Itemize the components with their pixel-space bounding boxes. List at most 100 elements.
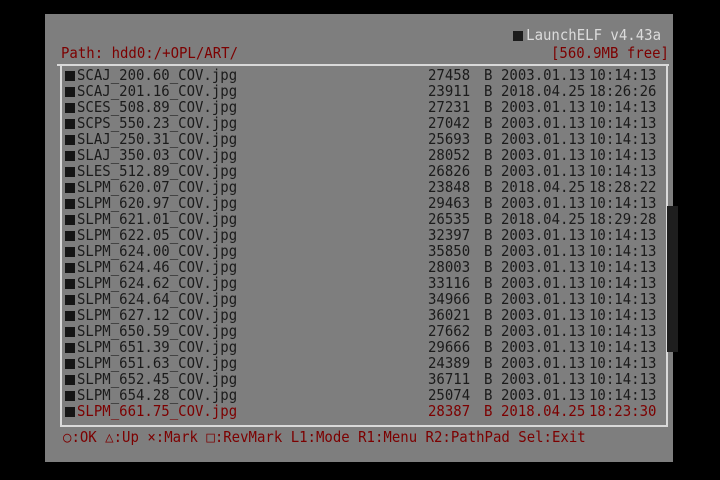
file-date: 2003.01.13: [501, 275, 586, 293]
file-row[interactable]: SLPM_622.05_COV.jpg 32397 B 2003.01.13 10:14…: [62, 227, 656, 245]
file-date: 2018.04.25: [501, 403, 586, 421]
file-name: SLAJ_250.31_COV.jpg: [77, 131, 238, 149]
file-date: 2003.01.13: [501, 355, 586, 373]
file-time: 10:14:13: [589, 115, 657, 133]
file-row[interactable]: SLPM_651.63_COV.jpg 24389 B 2003.01.13 10:14…: [62, 355, 656, 373]
path-label: Path: hdd0:/+OPL/ART/: [61, 45, 239, 63]
file-row[interactable]: SLPM_651.39_COV.jpg 29666 B 2003.01.13 10:14…: [62, 339, 656, 357]
file-icon: [65, 231, 75, 241]
file-row[interactable]: SLPM_620.97_COV.jpg 29463 B 2003.01.13 10:14…: [62, 195, 656, 213]
file-row[interactable]: SCPS_550.23_COV.jpg 27042 B 2003.01.13 10:14…: [62, 115, 656, 133]
file-row[interactable]: SCAJ_201.16_COV.jpg 23911 B 2018.04.25 18:26…: [62, 83, 656, 101]
file-date: 2003.01.13: [501, 323, 586, 341]
file-time: 10:14:13: [589, 387, 657, 405]
square-button-icon: □: [206, 429, 215, 447]
file-icon: [65, 135, 75, 145]
scrollbar[interactable]: [667, 206, 678, 352]
help-mark: :Mark: [155, 429, 198, 447]
file-unit: B: [484, 83, 493, 101]
file-date: 2003.01.13: [501, 147, 586, 165]
file-time: 10:14:13: [589, 195, 657, 213]
file-size: 26535: [428, 211, 471, 229]
file-unit: B: [484, 371, 493, 389]
file-icon: [65, 87, 75, 97]
file-row[interactable]: SLPM_654.28_COV.jpg 25074 B 2003.01.13 10:14…: [62, 387, 656, 405]
file-name: SLPM_627.12_COV.jpg: [77, 307, 238, 325]
file-name: SLPM_654.28_COV.jpg: [77, 387, 238, 405]
file-time: 10:14:13: [589, 243, 657, 261]
file-name: SLPM_622.05_COV.jpg: [77, 227, 238, 245]
file-size: 23848: [428, 179, 471, 197]
file-date: 2003.01.13: [501, 243, 586, 261]
file-icon: [65, 359, 75, 369]
file-unit: B: [484, 339, 493, 357]
file-time: 10:14:13: [589, 131, 657, 149]
file-icon: [65, 311, 75, 321]
file-size: 27662: [428, 323, 471, 341]
file-time: 10:14:13: [589, 291, 657, 309]
file-row[interactable]: SCES_508.89_COV.jpg 27231 B 2003.01.13 10:14…: [62, 100, 656, 116]
file-row[interactable]: SLPM_652.45_COV.jpg 36711 B 2003.01.13 10:14…: [62, 371, 656, 389]
file-size: 23911: [428, 83, 471, 101]
file-unit: B: [484, 291, 493, 309]
file-row[interactable]: SLPM_624.46_COV.jpg 28003 B 2003.01.13 10:14…: [62, 259, 656, 277]
file-row[interactable]: SLPM_620.07_COV.jpg 23848 B 2018.04.25 18:28…: [62, 179, 656, 197]
file-date: 2003.01.13: [501, 195, 586, 213]
file-size: 27458: [428, 67, 471, 85]
file-unit: B: [484, 275, 493, 293]
app-title: LaunchELF v4.43a: [526, 27, 661, 45]
file-time: 10:14:13: [589, 67, 657, 85]
file-name: SLPM_652.45_COV.jpg: [77, 371, 238, 389]
file-row[interactable]: SLPM_650.59_COV.jpg 27662 B 2003.01.13 10:14…: [62, 323, 656, 341]
file-unit: B: [484, 403, 493, 421]
file-unit: B: [484, 179, 493, 197]
file-icon: [65, 71, 75, 81]
help-ok: :OK: [71, 429, 97, 447]
file-unit: B: [484, 211, 493, 229]
file-time: 10:14:13: [589, 275, 657, 293]
file-unit: B: [484, 115, 493, 133]
file-time: 10:14:13: [589, 259, 657, 277]
file-size: 32397: [428, 227, 471, 245]
file-time: 10:14:13: [589, 371, 657, 389]
file-icon: [65, 279, 75, 289]
file-name: SLPM_621.01_COV.jpg: [77, 211, 238, 229]
file-row[interactable]: SLES_512.89_COV.jpg 26826 B 2003.01.13 10:14…: [62, 164, 656, 180]
file-name: SLPM_650.59_COV.jpg: [77, 323, 238, 341]
file-size: 24389: [428, 355, 471, 373]
file-date: 2003.01.13: [501, 371, 586, 389]
file-row[interactable]: SCAJ_200.60_COV.jpg 27458 B 2003.01.13 10:14…: [62, 67, 656, 85]
file-date: 2003.01.13: [501, 339, 586, 357]
file-time: 18:23:30: [589, 403, 657, 421]
file-date: 2003.01.13: [501, 227, 586, 245]
file-row[interactable]: SLPM_621.01_COV.jpg 26535 B 2018.04.25 18:29…: [62, 211, 656, 229]
file-size: 27042: [428, 115, 471, 133]
file-unit: B: [484, 307, 493, 325]
file-size: 25074: [428, 387, 471, 405]
file-size: 28052: [428, 147, 471, 165]
file-date: 2003.01.13: [501, 291, 586, 309]
file-row[interactable]: SLPM_624.64_COV.jpg 34966 B 2003.01.13 10:14…: [62, 291, 656, 309]
file-row[interactable]: SLPM_624.00_COV.jpg 35850 B 2003.01.13 10:14…: [62, 243, 656, 261]
file-row[interactable]: SLPM_627.12_COV.jpg 36021 B 2003.01.13 10:14…: [62, 307, 656, 325]
file-name: SLPM_620.97_COV.jpg: [77, 195, 238, 213]
file-unit: B: [484, 355, 493, 373]
file-row-selected[interactable]: SLPM_661.75_COV.jpg 28387 B 2018.04.25 18:23…: [62, 403, 656, 421]
file-unit: B: [484, 195, 493, 213]
file-size: 36021: [428, 307, 471, 325]
help-rest: L1:Mode R1:Menu R2:PathPad Sel:Exit: [290, 429, 586, 447]
file-row[interactable]: SLAJ_250.31_COV.jpg 25693 B 2003.01.13 10:14…: [62, 131, 656, 149]
file-date: 2003.01.13: [501, 131, 586, 149]
help-up: :Up: [113, 429, 139, 447]
file-size: 29463: [428, 195, 471, 213]
file-icon: [65, 199, 75, 209]
file-row[interactable]: SLAJ_350.03_COV.jpg 28052 B 2003.01.13 10:14…: [62, 147, 656, 165]
file-time: 10:14:13: [589, 307, 657, 325]
file-time: 18:29:28: [589, 211, 657, 229]
file-row[interactable]: SLPM_624.62_COV.jpg 33116 B 2003.01.13 10:14…: [62, 275, 656, 293]
file-date: 2003.01.13: [501, 259, 586, 277]
file-icon: [65, 295, 75, 305]
file-unit: B: [484, 387, 493, 405]
file-unit: B: [484, 243, 493, 261]
file-name: SLAJ_350.03_COV.jpg: [77, 147, 238, 165]
